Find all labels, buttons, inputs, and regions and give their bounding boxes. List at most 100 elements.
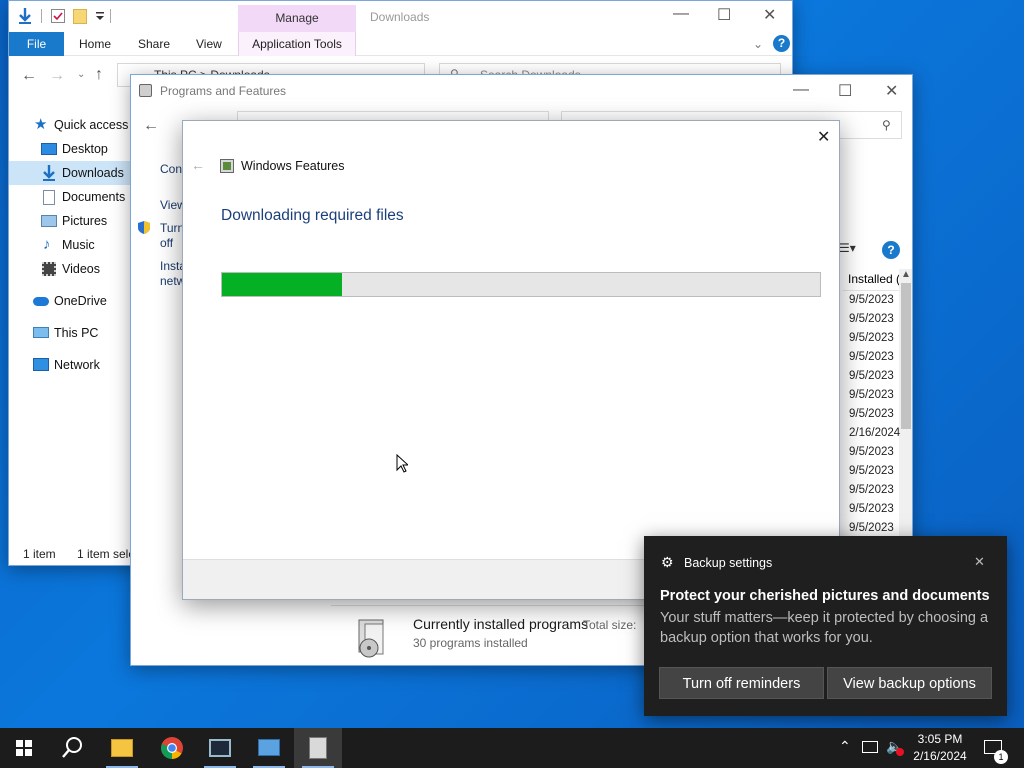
cloud-icon — [33, 297, 49, 306]
quick-access-toolbar: Downloads — ☐ ✕ — [9, 1, 792, 32]
separator — [110, 9, 111, 23]
installed-date-cell: 9/5/2023 — [849, 370, 894, 382]
installed-date-cell: 9/5/2023 — [849, 332, 894, 344]
close-button[interactable]: ✕ — [885, 81, 898, 101]
windows-features-icon — [220, 159, 234, 173]
minimize-button[interactable]: — — [793, 81, 809, 99]
taskbar-programs-features[interactable] — [294, 728, 342, 768]
nav-pictures[interactable]: Pictures — [9, 209, 131, 233]
recent-locations-icon[interactable]: ⌄ — [77, 69, 85, 80]
nav-documents[interactable]: Documents — [9, 185, 131, 209]
taskbar-control-panel[interactable] — [245, 728, 293, 768]
nav-videos[interactable]: Videos — [9, 257, 131, 281]
taskbar-media-app[interactable] — [196, 728, 244, 768]
toast-title: Protect your cherished pictures and docu… — [660, 588, 990, 604]
search-icon: ⚲ — [882, 118, 891, 132]
maximize-button[interactable]: ☐ — [838, 81, 852, 101]
programs-features-icon — [309, 737, 327, 759]
nav-downloads[interactable]: Downloads — [9, 161, 131, 185]
scroll-up-icon[interactable]: ▲ — [901, 269, 911, 280]
nav-music[interactable]: ♪ Music — [9, 233, 131, 257]
computer-icon — [33, 327, 49, 338]
nav-onedrive[interactable]: OneDrive — [9, 289, 131, 313]
installed-date-cell: 9/5/2023 — [849, 389, 894, 401]
programs-features-icon — [139, 84, 152, 97]
up-arrow-icon[interactable]: ↑ — [95, 66, 103, 84]
new-folder-icon[interactable] — [73, 9, 87, 24]
mute-x-badge-icon — [896, 748, 904, 756]
close-button[interactable]: ✕ — [763, 5, 776, 25]
media-app-icon — [209, 739, 231, 757]
music-icon: ♪ — [43, 236, 51, 253]
search-icon — [62, 736, 84, 760]
pictures-icon — [41, 215, 57, 227]
installed-date-cell: 9/5/2023 — [849, 522, 894, 534]
installed-on-column[interactable]: Installed ( — [843, 269, 899, 291]
tab-view[interactable]: View — [196, 32, 222, 56]
turn-features-link[interactable]: Turn — [160, 221, 184, 235]
toast-body: Your stuff matters—keep it protected by … — [660, 610, 989, 646]
chrome-icon — [160, 736, 184, 760]
tab-file[interactable]: File — [9, 32, 64, 56]
close-icon[interactable]: ✕ — [817, 127, 830, 147]
nav-label: Pictures — [62, 214, 108, 228]
nav-network[interactable]: Network — [9, 353, 131, 377]
help-icon[interactable]: ? — [882, 241, 900, 259]
installed-date-cell: 9/5/2023 — [849, 503, 894, 515]
window-title: Downloads — [370, 10, 430, 24]
tab-home[interactable]: Home — [79, 32, 111, 56]
status-selected: 1 item sele — [77, 547, 136, 561]
turn-off-reminders-button[interactable]: Turn off reminders — [659, 667, 824, 699]
nav-desktop[interactable]: Desktop — [9, 137, 131, 161]
nav-label: OneDrive — [54, 294, 107, 308]
installed-date-cell: 9/5/2023 — [849, 351, 894, 363]
download-arrow-icon — [41, 164, 57, 182]
tab-manage[interactable]: Manage — [238, 5, 356, 32]
taskbar-file-explorer[interactable] — [98, 728, 146, 768]
tab-share[interactable]: Share — [138, 32, 170, 56]
properties-icon[interactable] — [51, 9, 65, 23]
customize-qat-icon[interactable] — [95, 10, 105, 22]
document-icon — [43, 190, 55, 205]
forward-arrow-icon[interactable]: → — [49, 67, 65, 85]
taskbar-search-button[interactable] — [48, 728, 96, 768]
mouse-cursor-icon — [396, 453, 410, 473]
minimize-button[interactable]: — — [673, 5, 689, 23]
dialog-title: Windows Features — [241, 159, 345, 173]
back-arrow-icon[interactable]: ← — [191, 157, 205, 173]
view-backup-options-button[interactable]: View backup options — [827, 667, 992, 699]
view-options-icon[interactable]: ☰▾ — [839, 241, 856, 255]
nav-label: Desktop — [62, 142, 108, 156]
gear-icon: ⚙ — [661, 554, 674, 570]
network-status-icon[interactable] — [862, 741, 878, 753]
taskbar-chrome[interactable] — [148, 728, 196, 768]
help-icon[interactable]: ? — [773, 35, 790, 52]
network-icon — [33, 358, 49, 371]
expand-ribbon-icon[interactable]: ⌄ — [753, 37, 763, 51]
nav-this-pc[interactable]: This PC — [9, 321, 131, 345]
back-arrow-icon[interactable]: ← — [21, 67, 37, 85]
download-arrow-icon[interactable] — [17, 7, 33, 25]
installed-date-cell: 2/16/2024 — [849, 427, 901, 439]
ribbon-tabs: File Home Share View ⌄ ? — [9, 32, 792, 56]
file-explorer-icon — [111, 739, 133, 757]
scroll-thumb[interactable] — [901, 283, 911, 429]
start-button[interactable] — [0, 728, 48, 768]
installed-date-cell: 9/5/2023 — [849, 446, 894, 458]
maximize-button[interactable]: ☐ — [717, 5, 731, 25]
nav-label: Network — [54, 358, 100, 372]
installed-date-cell: 9/5/2023 — [849, 294, 894, 306]
star-icon: ★ — [34, 116, 48, 133]
show-hidden-icons-icon[interactable]: ⌃ — [839, 738, 851, 755]
tab-application-tools[interactable]: Application Tools — [238, 32, 356, 56]
nav-quick-access[interactable]: ★ Quick access — [9, 113, 131, 137]
turn-features-link-2[interactable]: off — [160, 236, 173, 250]
summary-count: 30 programs installed — [413, 636, 528, 650]
software-box-icon — [355, 618, 391, 660]
dialog-heading: Downloading required files — [221, 207, 404, 224]
desktop-icon — [41, 143, 57, 155]
shield-icon — [137, 220, 151, 235]
clock[interactable]: 3:05 PM 2/16/2024 — [904, 731, 976, 765]
clock-time: 3:05 PM — [917, 732, 963, 746]
close-icon[interactable]: ✕ — [974, 554, 985, 570]
